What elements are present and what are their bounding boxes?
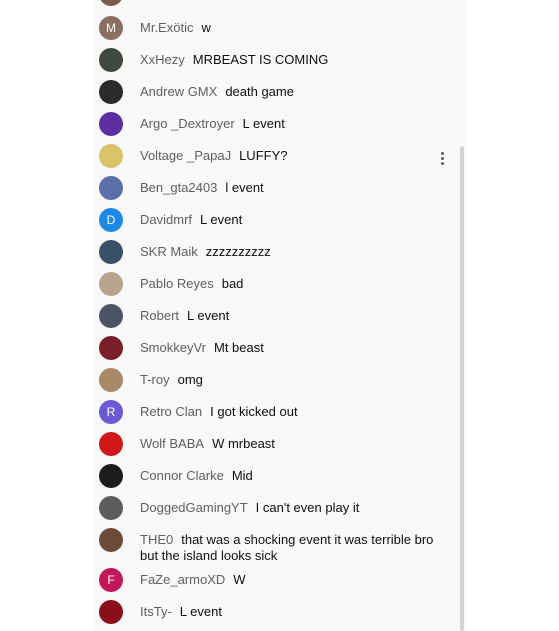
- message-text: that was a shocking event it was terribl…: [140, 532, 434, 563]
- author-avatar[interactable]: [99, 600, 123, 624]
- author-name[interactable]: Ben_gta2403: [140, 180, 217, 195]
- author-avatar[interactable]: [99, 80, 123, 104]
- author-name[interactable]: SKR Maik: [140, 244, 198, 259]
- author-name[interactable]: FaZe_armoXD: [140, 572, 225, 587]
- message-text: L event: [179, 604, 222, 619]
- message-text: L event: [200, 212, 243, 227]
- author-avatar[interactable]: [99, 144, 123, 168]
- message-text: bad: [221, 276, 244, 291]
- message-content: Mr.Exötic w: [140, 20, 445, 36]
- message-text: LUFFY?: [239, 148, 288, 163]
- message-text: Mid: [231, 468, 253, 483]
- message-content: SKR Maik zzzzzzzzzz: [140, 244, 445, 260]
- message-content: Argo _Dextroyer L event: [140, 116, 445, 132]
- message-text: w: [201, 20, 211, 35]
- avatar: [99, 0, 123, 6]
- author-avatar[interactable]: [99, 368, 123, 392]
- message-content: FaZe_armoXD W: [140, 572, 445, 588]
- message-content: SmokkeyVr Mt beast: [140, 340, 445, 356]
- message-text: l event: [225, 180, 264, 195]
- scrollbar-thumb[interactable]: [460, 146, 464, 631]
- message-content: THE0 that was a shocking event it was ter…: [140, 532, 445, 564]
- author-avatar[interactable]: [99, 432, 123, 456]
- author-name[interactable]: SmokkeyVr: [140, 340, 206, 355]
- chat-message[interactable]: Robert L event: [95, 304, 455, 336]
- message-text: I can't even play it: [255, 500, 360, 515]
- author-name[interactable]: Retro Clan: [140, 404, 202, 419]
- chat-message[interactable]: XxHezy MRBEAST IS COMING: [95, 48, 455, 80]
- chat-message[interactable]: Argo _Dextroyer L event: [95, 112, 455, 144]
- chat-message[interactable]: SmokkeyVr Mt beast: [95, 336, 455, 368]
- author-avatar[interactable]: F: [99, 568, 123, 592]
- chat-message[interactable]: ItsTy- L event: [95, 600, 455, 631]
- chat-message[interactable]: Pablo Reyes bad: [95, 272, 455, 304]
- chat-message[interactable]: R Retro Clan I got kicked out: [95, 400, 455, 432]
- author-name[interactable]: Pablo Reyes: [140, 276, 214, 291]
- author-name[interactable]: Mr.Exötic: [140, 20, 193, 35]
- author-avatar[interactable]: M: [99, 16, 123, 40]
- message-text: MRBEAST IS COMING: [192, 52, 329, 67]
- chat-message[interactable]: F FaZe_armoXD W: [95, 568, 455, 600]
- author-avatar[interactable]: R: [99, 400, 123, 424]
- author-avatar[interactable]: [99, 272, 123, 296]
- author-avatar[interactable]: D: [99, 208, 123, 232]
- message-content: Ben_gta2403 l event: [140, 180, 445, 196]
- chat-message[interactable]: Andrew GMX death game: [95, 80, 455, 112]
- message-content: DoggedGamingYT I can't even play it: [140, 500, 445, 516]
- author-name[interactable]: T-roy: [140, 372, 170, 387]
- message-content: T-roy omg: [140, 372, 445, 388]
- chat-message[interactable]: THE0 that was a shocking event it was ter…: [95, 528, 455, 568]
- chat-message[interactable]: Connor Clarke Mid: [95, 464, 455, 496]
- author-name[interactable]: Connor Clarke: [140, 468, 224, 483]
- message-text: W mrbeast: [212, 436, 275, 451]
- author-avatar[interactable]: [99, 48, 123, 72]
- chat-message[interactable]: D Davidmrf L event: [95, 208, 455, 240]
- author-name[interactable]: THE0: [140, 532, 173, 547]
- chat-message[interactable]: Ben_gta2403 l event: [95, 176, 455, 208]
- chat-message[interactable]: SKR Maik zzzzzzzzzz: [95, 240, 455, 272]
- message-content: Voltage _PapaJ LUFFY?: [140, 148, 445, 164]
- author-name[interactable]: XxHezy: [140, 52, 185, 67]
- author-avatar[interactable]: [99, 464, 123, 488]
- live-chat-panel: M Mr.Exötic w XxHezy MRBEAST IS COMING Andrew…: [95, 0, 465, 631]
- author-name[interactable]: Voltage _PapaJ: [140, 148, 231, 163]
- message-text: W: [233, 572, 246, 587]
- message-content: ItsTy- L event: [140, 604, 445, 620]
- chat-message[interactable]: Voltage _PapaJ LUFFY?: [95, 144, 455, 176]
- message-content: Wolf BABA W mrbeast: [140, 436, 445, 452]
- chat-message[interactable]: T-roy omg: [95, 368, 455, 400]
- author-name[interactable]: Davidmrf: [140, 212, 192, 227]
- chat-message[interactable]: Wolf BABA W mrbeast: [95, 432, 455, 464]
- message-content: Davidmrf L event: [140, 212, 445, 228]
- message-text: L event: [242, 116, 285, 131]
- message-content: Andrew GMX death game: [140, 84, 445, 100]
- author-name[interactable]: Wolf BABA: [140, 436, 204, 451]
- author-name[interactable]: ItsTy-: [140, 604, 172, 619]
- message-text: L event: [187, 308, 230, 323]
- more-vert-icon[interactable]: [437, 152, 447, 168]
- author-name[interactable]: Andrew GMX: [140, 84, 217, 99]
- message-content: Connor Clarke Mid: [140, 468, 445, 484]
- message-content: Pablo Reyes bad: [140, 276, 445, 292]
- message-content: Retro Clan I got kicked out: [140, 404, 445, 420]
- author-avatar[interactable]: [99, 336, 123, 360]
- message-content: XxHezy MRBEAST IS COMING: [140, 52, 445, 68]
- message-text: omg: [177, 372, 203, 387]
- author-avatar[interactable]: [99, 112, 123, 136]
- message-text: Mt beast: [213, 340, 264, 355]
- author-avatar[interactable]: [99, 240, 123, 264]
- chat-message[interactable]: DoggedGamingYT I can't even play it: [95, 496, 455, 528]
- chat-message[interactable]: M Mr.Exötic w: [95, 16, 455, 48]
- author-avatar[interactable]: [99, 528, 123, 552]
- author-avatar[interactable]: [99, 304, 123, 328]
- author-avatar[interactable]: [99, 496, 123, 520]
- message-text: death game: [225, 84, 294, 99]
- message-text: zzzzzzzzzz: [205, 244, 271, 259]
- author-name[interactable]: DoggedGamingYT: [140, 500, 248, 515]
- author-name[interactable]: Robert: [140, 308, 179, 323]
- author-avatar[interactable]: [99, 176, 123, 200]
- message-content: Robert L event: [140, 308, 445, 324]
- author-name[interactable]: Argo _Dextroyer: [140, 116, 235, 131]
- message-text: I got kicked out: [210, 404, 298, 419]
